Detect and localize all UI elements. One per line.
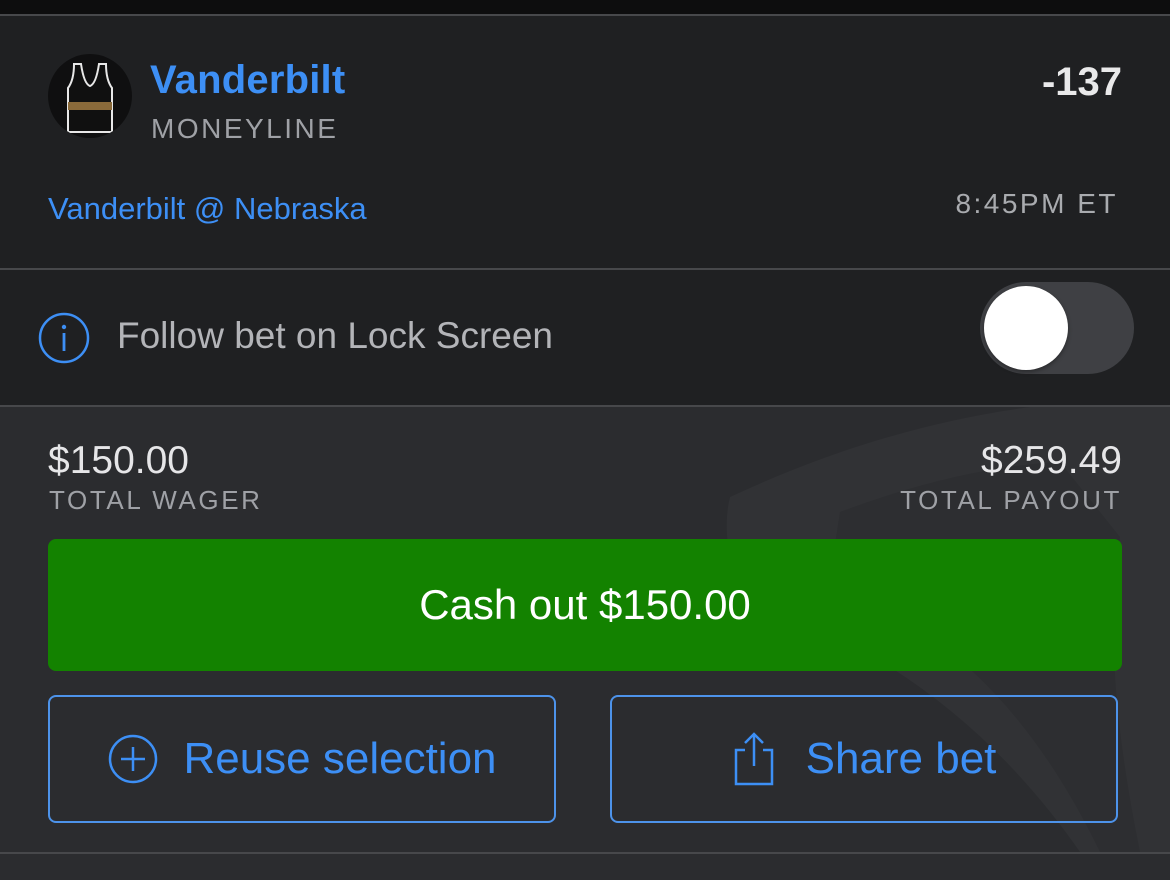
team-name[interactable]: Vanderbilt [150, 58, 345, 103]
payout-amount: $259.49 [981, 439, 1122, 482]
selection-section: Vanderbilt MONEYLINE -137 Vanderbilt @ N… [0, 16, 1170, 268]
share-bet-button[interactable]: Share bet [610, 695, 1118, 823]
wager-label: TOTAL WAGER [49, 485, 263, 515]
follow-row: Follow bet on Lock Screen [0, 270, 1170, 405]
odds: -137 [1041, 60, 1122, 104]
cash-out-button[interactable]: Cash out $150.00 [48, 539, 1122, 671]
bet-card-screen: Vanderbilt MONEYLINE -137 Vanderbilt @ N… [0, 0, 1170, 880]
share-bet-label: Share bet [805, 734, 997, 783]
reuse-selection-button[interactable]: Reuse selection [48, 695, 556, 823]
matchup-link[interactable]: Vanderbilt @ Nebraska [48, 191, 367, 227]
wager-section: $150.00 TOTAL WAGER $259.49 TOTAL PAYOUT… [0, 407, 1170, 852]
top-bar [0, 0, 1170, 14]
game-time: 8:45PM ET [955, 188, 1118, 219]
share-icon [734, 732, 773, 786]
info-icon[interactable] [38, 312, 90, 364]
follow-label: Follow bet on Lock Screen [117, 315, 554, 356]
bottom-strip [0, 854, 1170, 880]
toggle-knob [984, 286, 1068, 370]
reuse-selection-label: Reuse selection [183, 734, 497, 783]
cash-out-label: Cash out $150.00 [419, 581, 751, 628]
plus-circle-icon [109, 734, 158, 784]
payout-label: TOTAL PAYOUT [900, 485, 1122, 515]
team-avatar [48, 54, 132, 138]
market-type: MONEYLINE [151, 113, 339, 144]
lock-screen-toggle[interactable] [980, 282, 1134, 374]
wager-amount: $150.00 [48, 439, 189, 482]
jersey-icon [67, 63, 113, 133]
